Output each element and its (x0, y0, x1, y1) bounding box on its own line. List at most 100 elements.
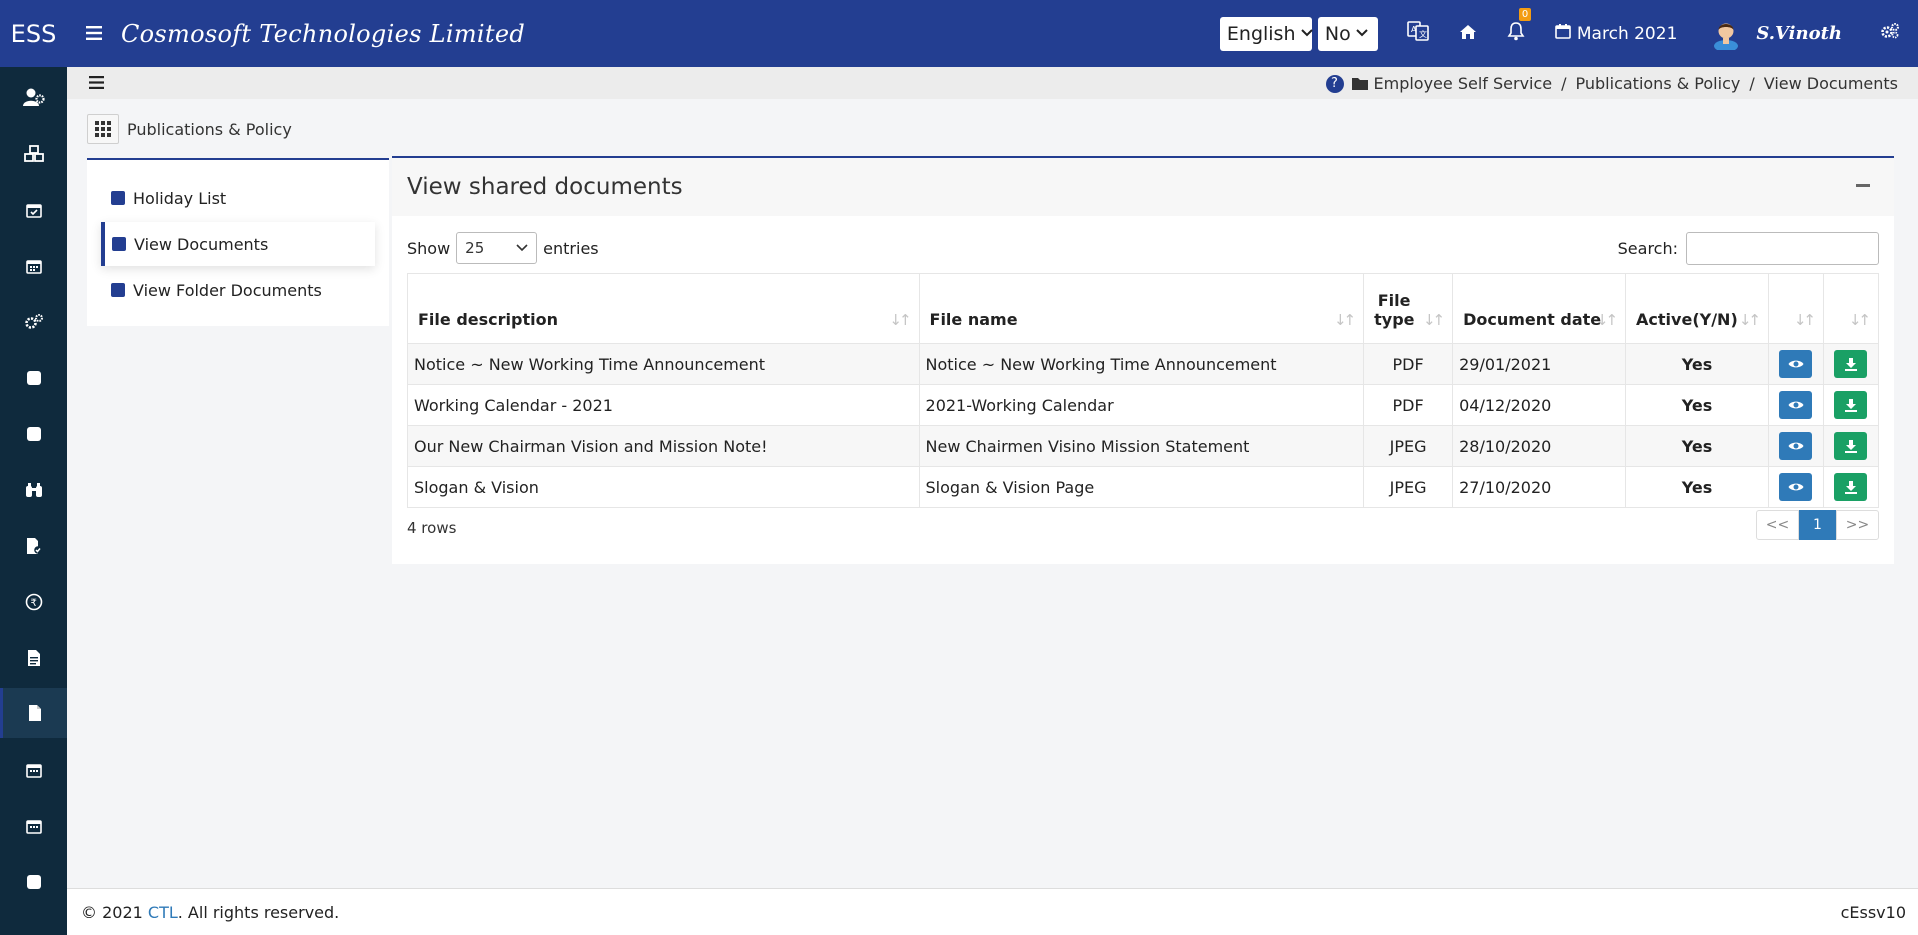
cell-date: 28/10/2020 (1452, 425, 1627, 467)
rail-calendar-icon[interactable] (0, 241, 67, 291)
top-bar: ESS Cosmosoft Technologies Limited Engli… (0, 0, 1918, 67)
app-brand[interactable]: ESS (0, 20, 67, 48)
cell-active: Yes (1625, 425, 1769, 467)
column-header-label: Document date (1463, 310, 1602, 329)
notification-bell-icon[interactable]: 0 (1507, 8, 1532, 46)
rail-document-icon[interactable] (0, 688, 67, 738)
column-header-label: File name (929, 310, 1018, 329)
sort-icon: ↓↑ (1793, 311, 1816, 329)
column-header-file-description[interactable]: File description ↓↑ (407, 273, 920, 344)
rail-users-icon[interactable] (0, 72, 67, 122)
company-link[interactable]: CTL (148, 903, 178, 922)
sort-icon: ↓↑ (1848, 311, 1871, 329)
search-label: Search: (1617, 239, 1678, 258)
rail-calendar-check-icon[interactable] (0, 185, 67, 235)
settings-gears-icon[interactable] (1880, 22, 1900, 45)
apps-grid-button[interactable] (87, 114, 119, 144)
square-bullet-icon (112, 237, 126, 251)
period-label: March 2021 (1576, 23, 1678, 44)
view-button[interactable] (1779, 432, 1813, 460)
eye-icon (1788, 360, 1804, 368)
view-button[interactable] (1779, 473, 1813, 501)
column-header-label: Active(Y/N) (1636, 310, 1738, 329)
rail-settings-icon[interactable] (0, 297, 67, 347)
eye-icon (1788, 401, 1804, 409)
column-header-document-date[interactable]: Document date ↓↑ (1452, 273, 1627, 344)
menu-item-view-folder-documents[interactable]: View Folder Documents (101, 268, 375, 312)
sort-icon: ↓↑ (1738, 311, 1761, 329)
collapse-icon[interactable] (1856, 184, 1870, 187)
cell-description: Working Calendar - 2021 (407, 384, 920, 426)
view-button[interactable] (1779, 350, 1813, 378)
breadcrumb-item[interactable]: Employee Self Service (1374, 74, 1553, 93)
rail-rupee-icon[interactable]: ₹ (0, 577, 67, 627)
eye-icon (1788, 442, 1804, 450)
breadcrumb-item[interactable]: Publications & Policy (1576, 74, 1741, 93)
cell-type: JPEG (1363, 466, 1454, 508)
cell-description: Our New Chairman Vision and Mission Note… (407, 425, 920, 467)
pagination-prev[interactable]: << (1756, 510, 1799, 540)
sort-icon: ↓↑ (1333, 311, 1356, 329)
panel-title: View shared documents (407, 174, 683, 200)
column-header-download[interactable]: ↓↑ (1822, 273, 1880, 344)
entries-label: entries (543, 238, 599, 258)
column-header-file-type[interactable]: File type ↓↑ (1363, 273, 1454, 344)
rail-square-icon[interactable] (0, 857, 67, 907)
user-name[interactable]: S.Vinoth (1756, 23, 1842, 44)
rail-file-text-icon[interactable] (0, 633, 67, 683)
grid-icon (95, 121, 111, 137)
svg-text:₹: ₹ (30, 598, 36, 609)
download-button[interactable] (1834, 473, 1868, 501)
footer: © 2021 CTL . All rights reserved. cEssv1… (67, 888, 1918, 935)
sidebar-toggle-icon[interactable] (67, 21, 121, 46)
download-icon (1844, 399, 1857, 412)
pagination-page[interactable]: 1 (1799, 510, 1836, 540)
sort-icon: ↓↑ (1595, 311, 1618, 329)
home-icon[interactable] (1459, 23, 1477, 45)
column-header-file-name[interactable]: File name ↓↑ (918, 273, 1365, 344)
menu-item-label: View Folder Documents (133, 280, 322, 300)
pagination-next[interactable]: >> (1836, 510, 1879, 540)
rail-document-check-icon[interactable] (0, 521, 67, 571)
help-icon[interactable]: ? (1325, 74, 1344, 93)
language-select[interactable]: English (1219, 16, 1313, 51)
cell-date: 04/12/2020 (1452, 384, 1627, 426)
cell-type: PDF (1363, 343, 1454, 385)
menu-item-label: View Documents (134, 234, 269, 254)
rail-square-icon[interactable] (0, 353, 67, 403)
eye-icon (1788, 483, 1804, 491)
download-button[interactable] (1834, 432, 1868, 460)
menu-toggle-icon[interactable] (89, 73, 104, 94)
rail-calendar-icon[interactable] (0, 801, 67, 851)
avatar[interactable] (1712, 18, 1740, 52)
option-select[interactable]: No (1317, 16, 1378, 51)
cell-active: Yes (1625, 466, 1769, 508)
column-header-label: File type (1374, 291, 1415, 329)
rail-square-icon[interactable] (0, 409, 67, 459)
cell-view (1768, 343, 1824, 385)
cell-date: 29/01/2021 (1452, 343, 1627, 385)
row-count: 4 rows (407, 519, 457, 537)
table-row: Working Calendar - 2021 2021-Working Cal… (407, 384, 1880, 426)
pagination: << 1 >> (1756, 510, 1879, 540)
column-header-active[interactable]: Active(Y/N) ↓↑ (1625, 273, 1769, 344)
cell-download (1822, 384, 1880, 426)
breadcrumb: ? Employee Self Service / Publications &… (1325, 74, 1898, 93)
download-button[interactable] (1834, 391, 1868, 419)
menu-item-holiday-list[interactable]: Holiday List (101, 176, 375, 220)
download-icon (1844, 481, 1857, 494)
period-selector[interactable]: March 2021 (1555, 23, 1678, 44)
left-rail: ₹ (0, 67, 67, 935)
table-row: Notice ~ New Working Time Announcement N… (407, 343, 1880, 385)
column-header-view[interactable]: ↓↑ (1768, 273, 1824, 344)
rail-calendar-icon[interactable] (0, 745, 67, 795)
show-label: Show (407, 238, 451, 258)
translate-icon[interactable]: A文 (1407, 20, 1429, 47)
page-size-select[interactable]: 25 (456, 232, 538, 264)
rail-cubes-icon[interactable] (0, 129, 67, 179)
menu-item-view-documents[interactable]: View Documents (101, 222, 375, 266)
search-input[interactable] (1686, 232, 1879, 265)
download-button[interactable] (1834, 350, 1868, 378)
view-button[interactable] (1779, 391, 1813, 419)
rail-binoculars-icon[interactable] (0, 465, 67, 515)
